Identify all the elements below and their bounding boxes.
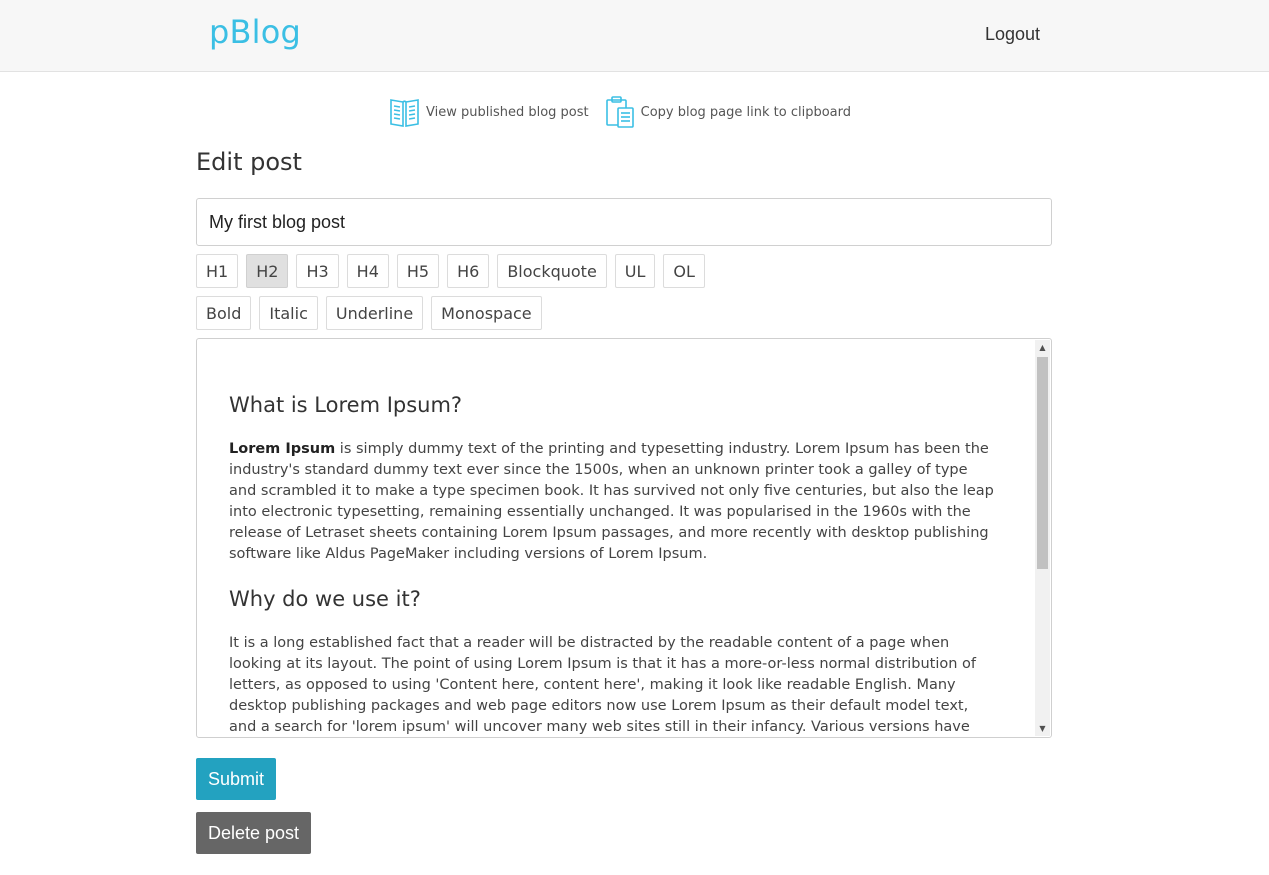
unordered-list-button[interactable]: UL	[614, 254, 656, 288]
navbar: pBlog Logout	[0, 0, 1269, 72]
scrollbar-thumb[interactable]	[1037, 357, 1048, 569]
submit-button[interactable]: Submit	[196, 758, 277, 800]
editor-content[interactable]: What is Lorem Ipsum? Lorem Ipsum is simp…	[229, 375, 999, 737]
post-actions: View published blog post Copy blog page …	[389, 95, 851, 129]
editor-bold-text: Lorem Ipsum	[229, 441, 336, 457]
editor-paragraph: Lorem Ipsum is simply dummy text of the …	[229, 439, 999, 565]
editor-paragraph-text: is simply dummy text of the printing and…	[229, 441, 994, 562]
format-toolbar-headings: H1 H2 H3 H4 H5 H6 Blockquote UL OL	[196, 254, 705, 288]
scroll-up-arrow-icon[interactable]: ▲	[1035, 340, 1050, 355]
editor-paragraph: It is a long established fact that a rea…	[229, 635, 976, 735]
ordered-list-button[interactable]: OL	[663, 254, 705, 288]
brand-logo[interactable]: pBlog	[209, 13, 301, 51]
h2-button[interactable]: H2	[246, 254, 289, 288]
editor-heading: Why do we use it?	[229, 587, 421, 611]
blockquote-button[interactable]: Blockquote	[497, 254, 607, 288]
format-toolbar-styles: Bold Italic Underline Monospace	[196, 296, 542, 330]
h6-button[interactable]: H6	[447, 254, 490, 288]
post-body-editor[interactable]: What is Lorem Ipsum? Lorem Ipsum is simp…	[196, 338, 1052, 738]
delete-post-button[interactable]: Delete post	[196, 812, 312, 854]
h1-button[interactable]: H1	[196, 254, 239, 288]
post-title-input[interactable]	[196, 198, 1052, 246]
page-title: Edit post	[196, 148, 302, 176]
open-book-icon	[389, 96, 420, 128]
underline-button[interactable]: Underline	[325, 296, 424, 330]
editor-heading: What is Lorem Ipsum?	[229, 393, 463, 417]
editor-scrollbar[interactable]: ▲ ▼	[1035, 340, 1050, 736]
copy-link-button[interactable]: Copy blog page link to clipboard	[605, 95, 851, 129]
bold-button[interactable]: Bold	[196, 296, 252, 330]
italic-button[interactable]: Italic	[259, 296, 318, 330]
clipboard-icon	[605, 95, 635, 129]
scroll-down-arrow-icon[interactable]: ▼	[1035, 721, 1050, 736]
view-published-label: View published blog post	[426, 104, 589, 120]
view-published-link[interactable]: View published blog post	[389, 96, 589, 128]
h4-button[interactable]: H4	[346, 254, 389, 288]
h5-button[interactable]: H5	[396, 254, 440, 288]
monospace-button[interactable]: Monospace	[431, 296, 542, 330]
h3-button[interactable]: H3	[296, 254, 339, 288]
logout-link[interactable]: Logout	[985, 24, 1040, 45]
copy-link-label: Copy blog page link to clipboard	[640, 104, 852, 120]
